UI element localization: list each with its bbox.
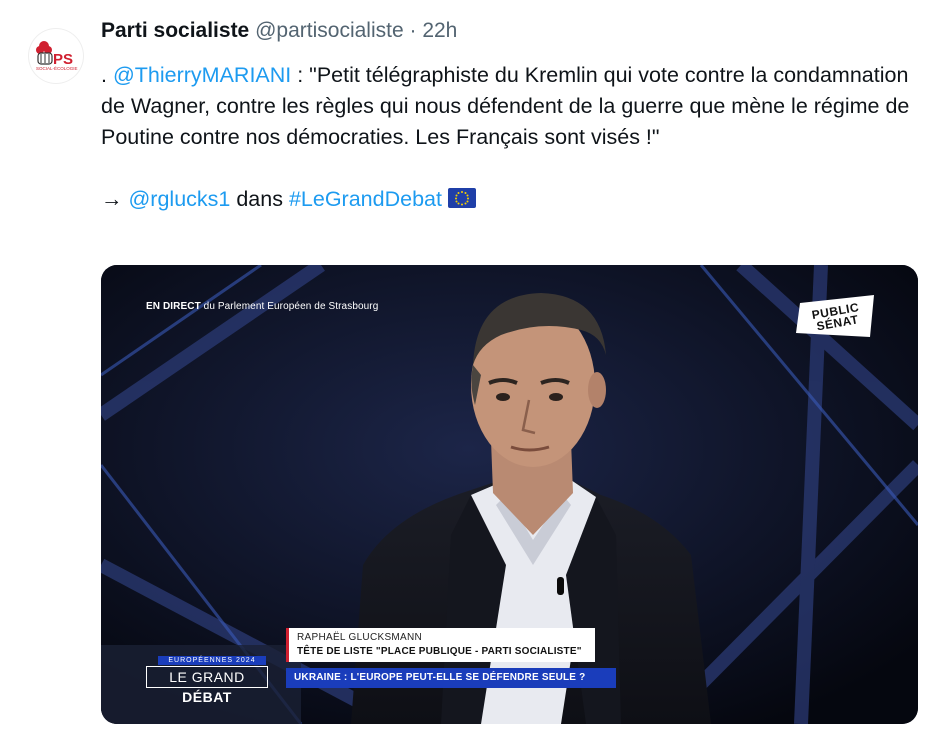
mention-rglucks1[interactable]: @rglucks1 [128,187,230,211]
author-name[interactable]: Parti socialiste [101,19,249,42]
avatar-subtext: SOCIAL-ÉCOLOGIE [36,65,78,71]
live-caption: EN DIRECT du Parlement Européen de Stras… [146,301,378,312]
public-senat-logo: PUBLIC SÉNAT [794,293,879,341]
tweet-header: Parti socialiste @partisocialiste · 22h [101,19,457,43]
tweet-mention-paragraph: → @rglucks1 dans #LeGrandDebat [101,184,911,215]
mention-thierrymariani[interactable]: @ThierryMARIANI [113,63,291,87]
author-handle[interactable]: @partisocialiste [255,19,404,42]
eu-flag-icon [447,186,476,208]
tweet-timestamp[interactable]: 22h [422,19,457,42]
live-label: EN DIRECT [146,301,201,312]
show-logo-top: EUROPÉENNES 2024 [158,656,266,665]
hashtag-legranddebat[interactable]: #LeGrandDebat [289,187,442,211]
speaker-name: RAPHAËL GLUCKSMANN [297,632,423,643]
header-separator: · [409,19,417,42]
author-avatar[interactable]: PS SOCIAL-ÉCOLOGIE [28,28,84,84]
connector-text: dans [230,187,289,211]
show-logo-main-text: LE GRAND [169,669,245,685]
topic-banner: UKRAINE : L'EUROPE PEUT-ELLE SE DÉFENDRE… [286,668,616,688]
tweet-text: . @ThierryMARIANI : "Petit télégraphiste… [101,60,911,215]
speaker-title: TÊTE DE LISTE "PLACE PUBLIQUE - PARTI SO… [297,646,582,657]
tweet-quote-paragraph: . @ThierryMARIANI : "Petit télégraphiste… [101,60,911,153]
show-logo-main-bold: DÉBAT [182,689,232,705]
show-logo-main: LE GRAND DÉBAT [146,666,268,705]
tweet-video[interactable]: EN DIRECT du Parlement Européen de Stras… [101,265,918,724]
live-location: du Parlement Européen de Strasbourg [200,301,379,312]
speaker-lower-third: RAPHAËL GLUCKSMANN TÊTE DE LISTE "PLACE … [286,628,595,662]
show-logo: EUROPÉENNES 2024 LE GRAND DÉBAT [146,656,268,705]
tweet-prefix: . [101,63,113,87]
ps-rose-logo-icon: PS SOCIAL-ÉCOLOGIE [36,41,78,71]
arrow-text: → [101,187,129,211]
